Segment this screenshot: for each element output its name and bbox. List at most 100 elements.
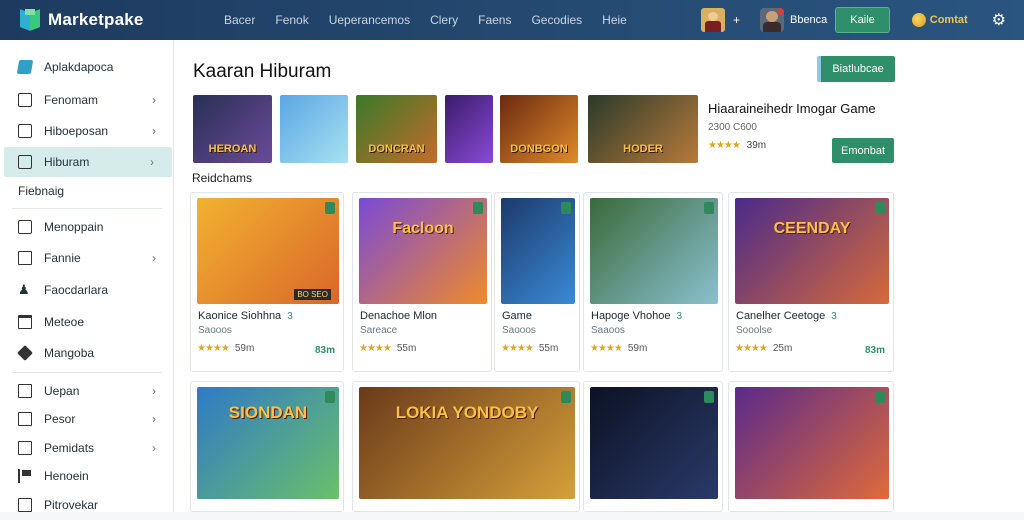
card-price: 83m [314,345,335,356]
game-cover-image[interactable] [501,198,575,304]
card-title[interactable]: Game [502,310,532,322]
top-right-button[interactable]: Biatlubcae [817,56,895,82]
featured-thumbnail[interactable]: HODER [588,95,698,163]
divider [12,208,162,209]
sidebar-item-menoppain[interactable]: Menoppain [0,212,174,242]
sidebar-item-pemidats[interactable]: Pemidats › [0,433,174,463]
sidebar-item-fenomam[interactable]: Fenomam › [0,85,174,115]
game-card[interactable]: Hapoge Vhohoe 3 Saaoos ★★★★ 59m [583,192,723,372]
featured-thumbnail[interactable] [445,95,493,163]
sidebar-item-hiburam[interactable]: Hiburam › [4,147,172,177]
game-cover-image[interactable] [735,387,889,499]
grid-icon [18,155,32,169]
card-subtitle: Sooolse [736,325,773,336]
sidebar-item-hiboeposan[interactable]: Hiboeposan › [0,116,174,146]
game-cover-image[interactable]: CEENDAY [735,198,889,304]
featured-thumbnail[interactable] [280,95,348,163]
top-bar: Marketpake Bacer Fenok Ueperancemos Cler… [0,0,1024,40]
coins-label[interactable]: Comtat [930,14,968,26]
sidebar-item-uepan[interactable]: Uepan › [0,376,174,406]
sidebar-item-pitrovekar[interactable]: Pitrovekar [0,490,174,520]
card-title-text: Denachoe Mlon [360,310,438,322]
buy-button[interactable]: Emonbat [832,138,894,163]
box-icon [18,441,32,455]
nav-item[interactable]: Heie [602,13,627,27]
sidebar-item-label: Pesor [44,412,76,426]
game-card[interactable]: Facloon Denachoe Mlon Sareace ★★★★ 55m [352,192,492,372]
sidebar-item-henoein[interactable]: Henoein [0,461,174,491]
arrow-label[interactable]: + [733,13,740,27]
game-card[interactable]: CEENDAY Canelher Ceetoge 3 Sooolse ★★★★ 25m 83… [728,192,894,372]
card-tag: 3 [831,311,837,322]
top-nav: Bacer Fenok Ueperancemos Clery Faens Gec… [224,13,647,27]
featured-title[interactable]: Hiaaraineihedr Imogar Game [708,101,876,116]
card-rating-value: 55m [396,343,417,354]
square-icon [18,93,32,107]
nav-item[interactable]: Bacer [224,13,255,27]
sidebar-item-label: Fiebnaig [18,184,65,198]
user-avatar[interactable] [759,8,784,32]
window-icon [18,315,32,329]
header-action-button[interactable]: Kaile [835,7,890,33]
nav-item[interactable]: Ueperancemos [329,13,410,27]
bookmark-icon [18,251,32,265]
game-cover-image[interactable]: Facloon [359,198,487,304]
new-badge [704,391,714,403]
featured-thumbnail[interactable]: HEROAN [193,95,272,163]
featured-thumbnail[interactable]: DONBGON [500,95,578,163]
card-title[interactable]: Denachoe Mlon [360,310,437,322]
game-card[interactable]: LOKIA YONDOBY [352,381,580,512]
gear-icon[interactable]: ⚙ [992,10,1006,30]
character-avatar[interactable] [700,8,725,32]
game-cover-image[interactable] [590,387,718,499]
chevron-right-icon: › [152,441,156,455]
game-cover-image[interactable] [590,198,718,304]
card-rating-value: 55m [538,343,559,354]
sidebar-item-label: Pitrovekar [44,498,99,512]
page-title: Kaaran Hiburam [193,61,332,82]
cube-icon [17,345,33,361]
star-rating-icon: ★★★★ [590,343,623,354]
nav-item[interactable]: Fenok [275,13,308,27]
sidebar-item-label: Faocdarlara [44,283,109,297]
card-price: 83m [864,345,885,356]
sidebar-item-label: Pemidats [44,441,95,455]
game-cover-image[interactable]: LOKIA YONDOBY [359,387,575,499]
featured-rating: ★★★★ 39m [708,140,766,151]
featured-rating-value: 39m [746,140,767,151]
card-title-text: Hapoge Vhohoe [591,310,671,322]
card-title[interactable]: Hapoge Vhohoe 3 [591,310,682,322]
game-card[interactable]: BO SEO Kaonice Siohhna 3 Saooos ★★★★ 59m 83m [190,192,344,372]
chevron-right-icon: › [152,412,156,426]
list-icon [18,220,32,234]
sidebar-item-label: Henoein [44,469,89,483]
nav-item[interactable]: Faens [478,13,511,27]
thumbnail-title: HODER [623,143,663,155]
sidebar-item-faocdarlara[interactable]: ♟ Faocdarlara [0,275,174,305]
sidebar-item-fiebnaig[interactable]: Fiebnaig [0,176,174,206]
nav-item[interactable]: Gecodies [531,13,582,27]
card-title[interactable]: Kaonice Siohhna 3 [198,310,293,322]
section-label: Reidchams [192,171,253,185]
new-badge [325,391,335,403]
sidebar-item-mangoba[interactable]: Mangoba [0,338,174,368]
sidebar-item-fannie[interactable]: Fannie › [0,243,174,273]
game-cover-image[interactable]: BO SEO [197,198,339,304]
logo-text: Marketpake [48,10,144,29]
sidebar-item-pesor[interactable]: Pesor › [0,404,174,434]
card-title[interactable]: Canelher Ceetoge 3 [736,310,837,322]
sidebar-item-meteoe[interactable]: Meteoe [0,307,174,337]
game-card[interactable]: Game Saooos ★★★★ 55m [494,192,580,372]
game-cover-image[interactable]: SIONDAN [197,387,339,499]
game-card[interactable] [583,381,723,512]
user-name[interactable]: Bbenca [790,14,827,26]
nav-item[interactable]: Clery [430,13,458,27]
game-card[interactable] [728,381,894,512]
sidebar-item-label: Meteoe [44,315,85,329]
sidebar-item-aplakdapoca[interactable]: Aplakdapoca [0,52,174,82]
game-card[interactable]: SIONDAN [190,381,344,512]
chevron-right-icon: › [150,155,154,169]
logo[interactable]: Marketpake [20,9,200,31]
sidebar-item-label: Uepan [44,384,80,398]
featured-thumbnail[interactable]: DONCRAN [356,95,437,163]
